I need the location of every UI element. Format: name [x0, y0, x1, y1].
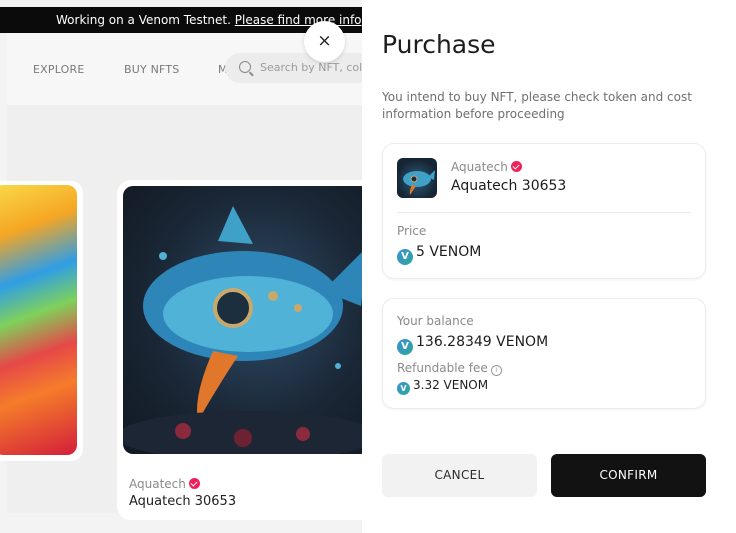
- balance-value: V 136.28349 VENOM: [397, 334, 548, 355]
- balance-box: Your balance V 136.28349 VENOM Refundable…: [382, 298, 706, 409]
- close-button[interactable]: ×: [304, 21, 345, 62]
- verified-icon: [188, 478, 200, 489]
- nft-collection: Aquatech: [451, 160, 522, 174]
- search-input[interactable]: Search by NFT, collection: [225, 53, 399, 83]
- modal-intro: You intend to buy NFT, please check toke…: [382, 90, 692, 121]
- nft-image: [0, 185, 77, 455]
- fee-value: V 3.32 VENOM: [397, 378, 488, 395]
- nft-thumbnail: [397, 158, 437, 198]
- cancel-button[interactable]: CANCEL: [382, 454, 537, 497]
- modal-title: Purchase: [382, 30, 496, 59]
- banner-text: Working on a Venom Testnet.: [56, 13, 235, 27]
- price-value: V5 VENOM: [397, 244, 481, 265]
- search-icon: [239, 61, 251, 73]
- info-icon[interactable]: i: [490, 365, 502, 376]
- price-label: Price: [397, 224, 427, 238]
- fee-label: Refundable fee i: [397, 361, 502, 376]
- card-name: Aquatech 30653: [129, 494, 237, 509]
- nft-card[interactable]: Aquatech Aquatech 30653: [117, 180, 377, 520]
- nav-buy-nfts[interactable]: BUY NFTS: [124, 63, 179, 76]
- venom-token-icon: V: [397, 249, 413, 265]
- verified-icon: [510, 161, 522, 172]
- nft-summary-box: Aquatech Aquatech 30653 Price V5 VENOM: [382, 143, 706, 279]
- whale-thumb-icon: [403, 170, 435, 195]
- divider: [397, 212, 691, 213]
- purchase-modal: Purchase You intend to buy NFT, please c…: [362, 0, 736, 533]
- nft-image: [123, 186, 371, 454]
- nft-name: Aquatech 30653: [451, 178, 567, 194]
- card-collection: Aquatech: [129, 477, 200, 491]
- venom-token-icon: V: [397, 339, 413, 355]
- nav-explore[interactable]: EXPLORE: [33, 63, 85, 76]
- balance-label: Your balance: [397, 314, 474, 328]
- confirm-button[interactable]: CONFIRM: [551, 454, 706, 497]
- whale-illustration: [123, 206, 371, 454]
- nft-card[interactable]: [0, 181, 83, 461]
- nft-grid: Aquatech Aquatech 30653: [0, 105, 377, 520]
- close-icon: ×: [317, 31, 332, 51]
- banner-link[interactable]: Please find more info: [235, 13, 362, 27]
- venom-token-icon: V: [397, 382, 410, 395]
